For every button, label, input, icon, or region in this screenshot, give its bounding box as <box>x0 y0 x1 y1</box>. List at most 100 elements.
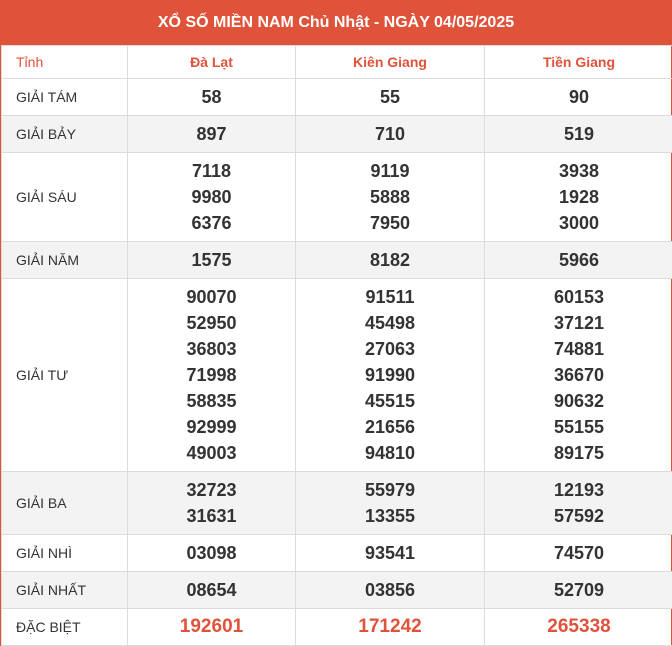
winning-number: 91990 <box>364 365 416 385</box>
prize-cell: 171242 <box>295 608 485 646</box>
winning-number: 03098 <box>186 543 237 563</box>
winning-number: 90632 <box>553 391 605 411</box>
winning-number: 710 <box>374 124 406 144</box>
results-table: Tỉnh Đà Lạt Kiên Giang Tiền Giang GIẢI T… <box>1 45 672 646</box>
winning-number: 52950 <box>186 313 237 333</box>
winning-number: 13355 <box>364 506 416 526</box>
winning-number: 93541 <box>364 543 416 563</box>
winning-number: 71998 <box>186 365 237 385</box>
winning-number: 57592 <box>553 506 605 526</box>
prize-cell: 55 <box>295 78 485 116</box>
prize-cell: 55979 13355 <box>295 471 485 535</box>
winning-number: 37121 <box>553 313 605 333</box>
winning-number: 9119 <box>370 161 410 181</box>
prize-cell: 58 <box>127 78 296 116</box>
prize-cell: 9119 5888 7950 <box>295 152 485 242</box>
prize-label: GIẢI TÁM <box>1 78 128 116</box>
prize-cell: 03098 <box>127 534 296 572</box>
prize-cell: 91511 45498 27063 91990 45515 21656 94810 <box>295 278 485 472</box>
prize-cell: 93541 <box>295 534 485 572</box>
winning-number: 45498 <box>364 313 416 333</box>
winning-number: 32723 <box>186 480 237 500</box>
prize-label: GIẢI BẢY <box>1 115 128 153</box>
prize-row: GIẢI SÁU 7118 9980 6376 9119 5888 7950 3938 1928… <box>1 152 672 242</box>
prize-cell: 74570 <box>484 534 672 572</box>
winning-number: 55 <box>379 87 401 107</box>
winning-number: 60153 <box>553 287 605 307</box>
winning-number: 7950 <box>369 213 411 233</box>
winning-number: 8182 <box>369 250 411 270</box>
prize-cell: 90 <box>484 78 672 116</box>
prize-cell: 08654 <box>127 571 296 609</box>
prize-label: GIẢI TƯ <box>1 278 128 472</box>
prize-cell: 5966 <box>484 241 672 279</box>
prize-cell: 1575 <box>127 241 296 279</box>
winning-number: 897 <box>196 124 227 144</box>
winning-number: 27063 <box>364 339 416 359</box>
winning-number: 36670 <box>553 365 605 385</box>
winning-number: 90 <box>568 87 590 107</box>
province-name[interactable]: Tiền Giang <box>484 45 672 79</box>
winning-number: 3000 <box>558 213 600 233</box>
results-title: XỔ SỐ MIỀN NAM Chủ Nhật - NGÀY 04/05/202… <box>1 1 671 45</box>
table-header-row: Tỉnh Đà Lạt Kiên Giang Tiền Giang <box>1 45 672 79</box>
winning-number: 265338 <box>547 616 611 637</box>
prize-row: GIẢI BA 32723 31631 55979 13355 12193 57592 <box>1 471 672 535</box>
winning-number: 5966 <box>558 250 600 270</box>
winning-number: 31631 <box>186 506 237 526</box>
winning-number: 94810 <box>364 443 416 463</box>
winning-number: 74570 <box>553 543 605 563</box>
prize-cell: 03856 <box>295 571 485 609</box>
prize-row: GIẢI BẢY 897 710 519 <box>1 115 672 153</box>
winning-number: 08654 <box>186 580 237 600</box>
prize-rows: GIẢI TÁM 58 55 90 GIẢI BẢY 897 710 519 GIẢI SÁU 7… <box>1 78 672 646</box>
prize-label: GIẢI NĂM <box>1 241 128 279</box>
prize-cell: 3938 1928 3000 <box>484 152 672 242</box>
winning-number: 192601 <box>179 616 244 637</box>
prize-cell: 192601 <box>127 608 296 646</box>
prize-cell: 60153 37121 74881 36670 90632 55155 89175 <box>484 278 672 472</box>
prize-cell: 519 <box>484 115 672 153</box>
winning-number: 91511 <box>365 287 415 307</box>
winning-number: 7118 <box>191 161 232 181</box>
prize-cell: 7118 9980 6376 <box>127 152 296 242</box>
prize-label: GIẢI NHÌ <box>1 534 128 572</box>
province-name[interactable]: Đà Lạt <box>127 45 296 79</box>
prize-row: GIẢI NHẤT 08654 03856 52709 <box>1 571 672 609</box>
prize-row: ĐẶC BIỆT 192601 171242 265338 <box>1 608 672 646</box>
prize-cell: 8182 <box>295 241 485 279</box>
lottery-results-panel: XỔ SỐ MIỀN NAM Chủ Nhật - NGÀY 04/05/202… <box>0 0 672 646</box>
winning-number: 36803 <box>186 339 237 359</box>
prize-cell: 710 <box>295 115 485 153</box>
prize-row: GIẢI NHÌ 03098 93541 74570 <box>1 534 672 572</box>
winning-number: 12193 <box>553 480 605 500</box>
prize-cell: 90070 52950 36803 71998 58835 92999 49003 <box>127 278 296 472</box>
prize-row: GIẢI TƯ 90070 52950 36803 71998 58835 92999 490… <box>1 278 672 472</box>
prize-label: GIẢI BA <box>1 471 128 535</box>
winning-number: 55979 <box>364 480 416 500</box>
winning-number: 90070 <box>186 287 237 307</box>
province-header-label: Tỉnh <box>1 45 128 79</box>
winning-number: 9980 <box>191 187 232 207</box>
winning-number: 21656 <box>364 417 416 437</box>
winning-number: 1928 <box>558 187 600 207</box>
prize-cell: 52709 <box>484 571 672 609</box>
winning-number: 45515 <box>364 391 416 411</box>
winning-number: 49003 <box>186 443 237 463</box>
winning-number: 171242 <box>358 616 422 637</box>
province-name[interactable]: Kiên Giang <box>295 45 485 79</box>
prize-cell: 12193 57592 <box>484 471 672 535</box>
prize-cell: 265338 <box>484 608 672 646</box>
winning-number: 3938 <box>558 161 600 181</box>
winning-number: 58835 <box>186 391 237 411</box>
winning-number: 5888 <box>369 187 411 207</box>
winning-number: 89175 <box>553 443 605 463</box>
winning-number: 519 <box>563 124 595 144</box>
winning-number: 52709 <box>553 580 605 600</box>
winning-number: 92999 <box>186 417 237 437</box>
prize-label: GIẢI SÁU <box>1 152 128 242</box>
winning-number: 1575 <box>191 250 232 270</box>
winning-number: 74881 <box>553 339 605 359</box>
prize-cell: 32723 31631 <box>127 471 296 535</box>
winning-number: 55155 <box>553 417 605 437</box>
